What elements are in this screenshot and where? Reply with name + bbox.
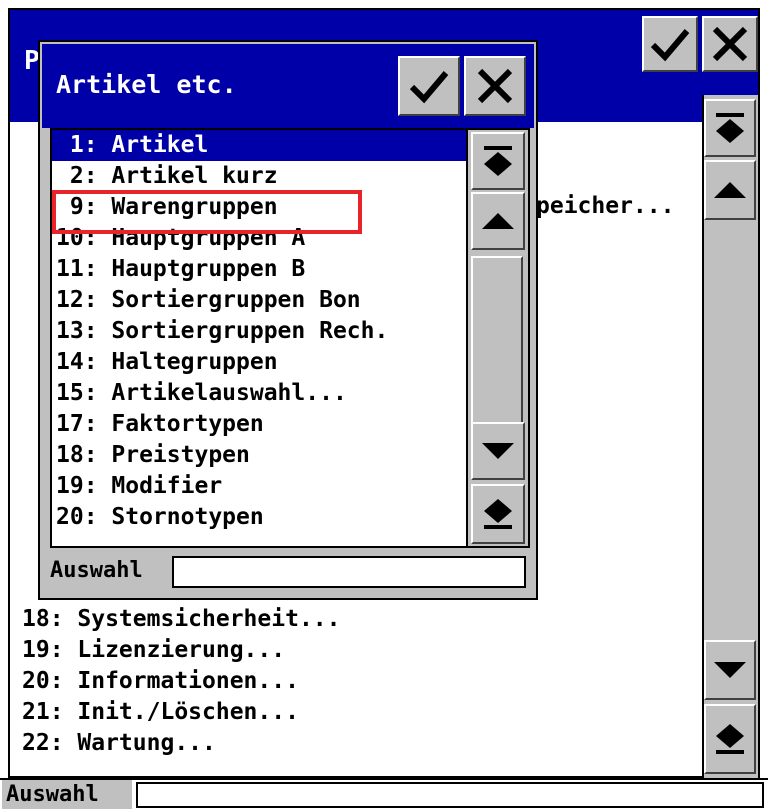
background-scroll-top-button[interactable]	[704, 99, 756, 157]
dialog-cancel-button[interactable]	[464, 56, 526, 116]
background-list-item[interactable]: 22: Wartung...	[22, 728, 682, 759]
list-item[interactable]: 13: Sortiergruppen Rech.	[52, 316, 466, 347]
scroll-down-icon	[482, 443, 514, 459]
x-icon	[477, 68, 513, 104]
dialog-selection-input[interactable]	[172, 556, 526, 588]
list-item[interactable]: 12: Sortiergruppen Bon	[52, 285, 466, 316]
background-menu-list: 18: Systemsicherheit... 19: Lizenzierung…	[22, 604, 682, 759]
list-item[interactable]: 11: Hauptgruppen B	[52, 254, 466, 285]
scroll-bottom-icon	[716, 724, 744, 754]
background-list-item[interactable]: 20: Informationen...	[22, 666, 682, 697]
background-scroll-up-button[interactable]	[704, 160, 756, 220]
background-scroll-bottom-button[interactable]	[704, 704, 756, 774]
dialog-footer: Auswahl	[50, 554, 528, 590]
list-item[interactable]: 2: Artikel kurz	[52, 161, 466, 192]
artikel-dialog: Artikel etc. 1: Artikel 2: Artikel kurz …	[38, 40, 538, 600]
highlight-box	[52, 190, 362, 234]
background-scroll-down-button[interactable]	[704, 640, 756, 700]
dialog-scroll-bottom-button[interactable]	[471, 484, 525, 544]
list-item[interactable]: 17: Faktortypen	[52, 409, 466, 440]
background-list-item[interactable]: 19: Lizenzierung...	[22, 635, 682, 666]
dialog-confirm-button[interactable]	[398, 56, 460, 116]
scroll-up-icon	[482, 213, 514, 229]
background-list-item[interactable]: 18: Systemsicherheit...	[22, 604, 682, 635]
scroll-top-icon	[484, 146, 512, 176]
dialog-scroll-up-button[interactable]	[471, 192, 525, 250]
dialog-title: Artikel etc.	[56, 70, 237, 99]
list-item[interactable]: 18: Preistypen	[52, 440, 466, 471]
checkmark-icon	[409, 71, 449, 104]
checkmark-icon	[650, 29, 690, 62]
scroll-down-icon	[714, 662, 746, 678]
background-list-item[interactable]: 21: Init./Löschen...	[22, 697, 682, 728]
list-item[interactable]: 20: Stornotypen	[52, 502, 466, 533]
list-item-selected[interactable]: 1: Artikel	[52, 130, 466, 161]
dialog-scroll-down-button[interactable]	[471, 422, 525, 480]
scroll-up-icon	[714, 182, 746, 198]
background-selection-label: Auswahl	[2, 780, 132, 809]
x-icon	[712, 26, 748, 62]
background-confirm-button[interactable]	[642, 16, 698, 72]
dialog-selection-label: Auswahl	[50, 558, 143, 583]
dialog-scroll-top-button[interactable]	[471, 132, 525, 190]
list-item[interactable]: 14: Haltegruppen	[52, 347, 466, 378]
background-partial-item: peicher...	[536, 193, 675, 219]
dialog-titlebar: Artikel etc.	[42, 44, 534, 128]
list-item[interactable]: 19: Modifier	[52, 471, 466, 502]
background-footer: Auswahl	[0, 778, 768, 809]
background-cancel-button[interactable]	[702, 16, 758, 72]
background-selection-input[interactable]	[136, 782, 764, 808]
scroll-top-icon	[716, 113, 744, 143]
scroll-bottom-icon	[484, 499, 512, 529]
list-item[interactable]: 15: Artikelauswahl...	[52, 378, 466, 409]
